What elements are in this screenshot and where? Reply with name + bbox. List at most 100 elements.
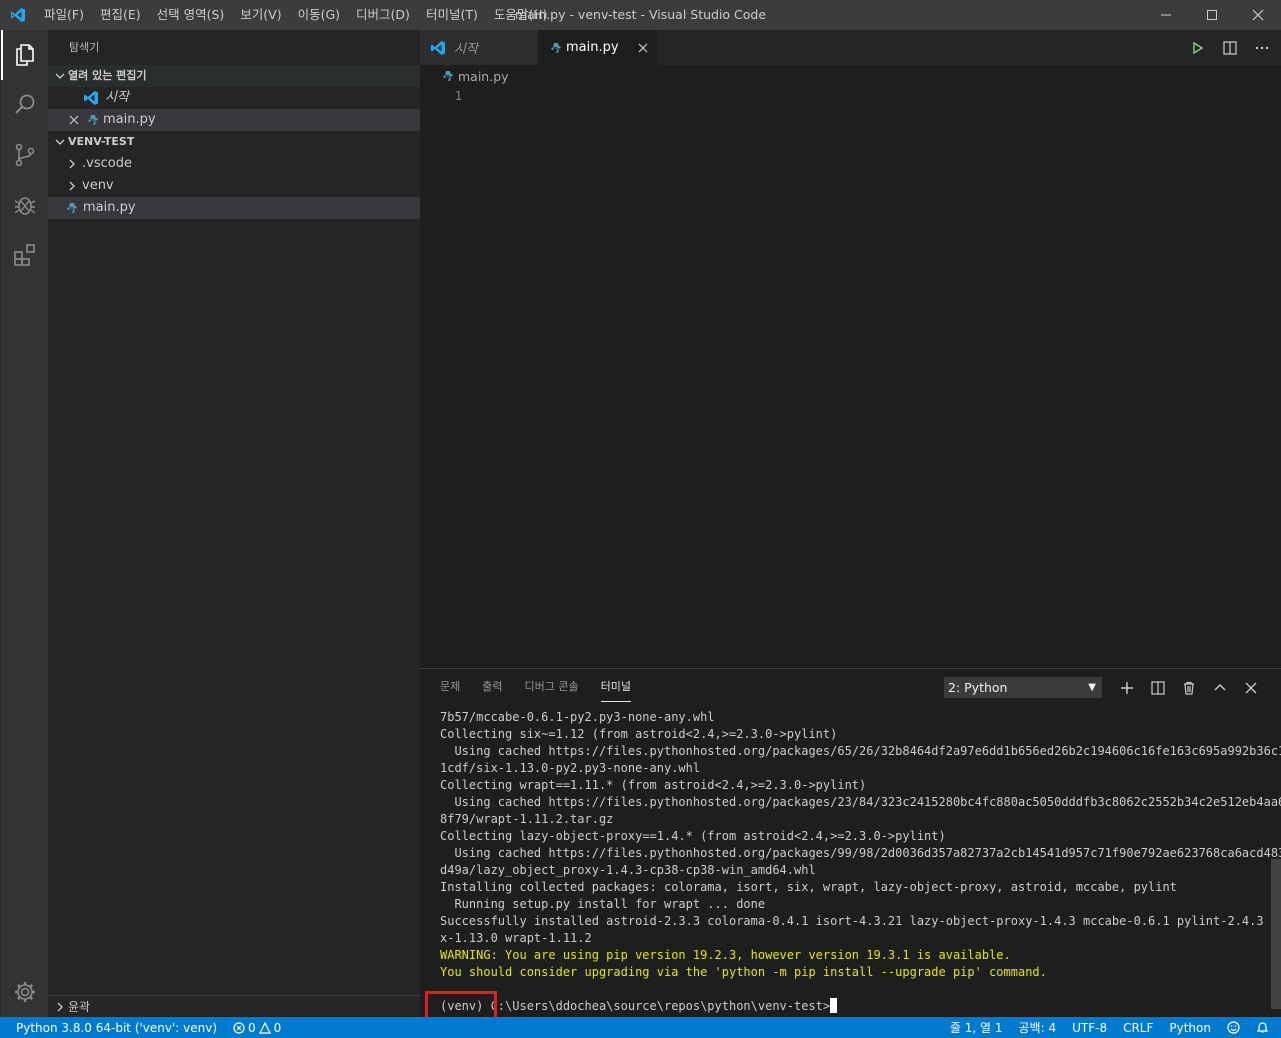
tab-main-py[interactable]: main.py bbox=[538, 30, 658, 65]
menu-bar: 파일(F) 편집(E) 선택 영역(S) 보기(V) 이동(G) 디버그(D) … bbox=[36, 0, 555, 30]
breadcrumb[interactable]: main.py bbox=[420, 65, 1281, 87]
vscode-file-icon bbox=[81, 87, 101, 109]
tab-welcome[interactable]: 시작 bbox=[420, 30, 538, 65]
warning-count: 0 bbox=[273, 1020, 282, 1035]
vscode-file-icon bbox=[430, 40, 446, 56]
tree-item-vscode[interactable]: .vscode bbox=[48, 153, 420, 175]
source-control-button[interactable] bbox=[1, 130, 49, 180]
tree-item-venv[interactable]: venv bbox=[48, 175, 420, 197]
terminal-line: You should consider upgrading via the 'p… bbox=[440, 965, 1047, 979]
encoding[interactable]: UTF-8 bbox=[1072, 1021, 1107, 1035]
manage-button[interactable] bbox=[1, 967, 49, 1017]
terminal-line: Using cached https://files.pythonhosted.… bbox=[440, 795, 1281, 809]
terminal-output[interactable]: 7b57/mccabe-0.6.1-py2.py3-none-any.whl Co… bbox=[440, 709, 1281, 1015]
terminal-line: Collecting wrapt==1.11.* (from astroid<2… bbox=[440, 778, 867, 792]
terminal-line: Using cached https://files.pythonhosted.… bbox=[440, 744, 1281, 758]
search-icon bbox=[15, 94, 35, 114]
bottom-panel: 문제 출력 디버그 콘솔 터미널 2: Python ▼ 7b57/mccabe… bbox=[420, 668, 1281, 1017]
tree-item-label: main.py bbox=[83, 200, 136, 215]
editor-tabs: 시작 main.py bbox=[420, 30, 1281, 65]
language-mode[interactable]: Python bbox=[1169, 1021, 1211, 1035]
tab-debug-console[interactable]: 디버그 콘솔 bbox=[525, 669, 579, 705]
terminal-line: x-1.13.0 wrapt-1.11.2 bbox=[440, 931, 592, 945]
chevron-up-icon bbox=[1214, 684, 1226, 691]
tab-output[interactable]: 출력 bbox=[482, 669, 502, 705]
maximize-button[interactable] bbox=[1189, 0, 1235, 30]
terminal-line: Collecting six~=1.12 (from astroid<2.4,>… bbox=[440, 727, 838, 741]
terminal-scrollbar[interactable] bbox=[1271, 859, 1281, 1009]
outline-header[interactable]: 윤곽 bbox=[48, 995, 420, 1017]
explorer-button[interactable] bbox=[1, 30, 49, 80]
tab-terminal[interactable]: 터미널 bbox=[600, 669, 632, 705]
menu-go[interactable]: 이동(G) bbox=[290, 0, 348, 30]
run-button[interactable] bbox=[1187, 37, 1209, 59]
menu-edit[interactable]: 편집(E) bbox=[92, 0, 149, 30]
terminal-line: Successfully installed astroid-2.3.3 col… bbox=[440, 914, 1281, 928]
dropdown-arrow-icon: ▼ bbox=[1088, 682, 1096, 693]
source-control-icon bbox=[15, 143, 35, 167]
terminal-line: Installing collected packages: colorama,… bbox=[440, 880, 1177, 894]
chevron-down-icon bbox=[52, 131, 68, 153]
menu-view[interactable]: 보기(V) bbox=[232, 0, 289, 30]
feedback-icon[interactable] bbox=[1227, 1021, 1240, 1034]
open-editor-label: main.py bbox=[103, 112, 156, 127]
python-interpreter[interactable]: Python 3.8.0 64-bit ('venv': venv) bbox=[16, 1021, 217, 1035]
open-editors-label: 열려 있는 편집기 bbox=[68, 69, 147, 82]
terminal-selector[interactable]: 2: Python ▼ bbox=[944, 677, 1102, 698]
debug-button[interactable] bbox=[1, 180, 49, 230]
menu-debug[interactable]: 디버그(D) bbox=[348, 0, 418, 30]
terminal-line: Running setup.py install for wrapt ... d… bbox=[440, 897, 766, 911]
menu-file[interactable]: 파일(F) bbox=[36, 0, 92, 30]
close-editor-icon[interactable] bbox=[67, 109, 81, 131]
open-editor-label: 시작 bbox=[105, 90, 129, 105]
close-tab-icon[interactable] bbox=[638, 43, 648, 53]
tab-problems[interactable]: 문제 bbox=[440, 669, 460, 705]
menu-selection[interactable]: 선택 영역(S) bbox=[149, 0, 233, 30]
maximize-panel-button[interactable] bbox=[1209, 677, 1231, 699]
chevron-right-icon bbox=[52, 996, 68, 1018]
terminal-line: 1cdf/six-1.13.0-py2.py3-none-any.whl bbox=[440, 761, 701, 775]
explorer-sidebar: 탐색기 열려 있는 편집기 시작 main.py VENV-TEST .vsco… bbox=[48, 30, 420, 1017]
indentation[interactable]: 공백: 4 bbox=[1019, 1019, 1057, 1036]
tab-label: 시작 bbox=[454, 42, 478, 57]
split-editor-icon bbox=[1223, 40, 1237, 55]
search-button[interactable] bbox=[1, 80, 49, 130]
more-actions-button[interactable] bbox=[1251, 37, 1273, 59]
ellipsis-icon bbox=[1255, 46, 1269, 49]
bug-icon bbox=[14, 197, 36, 215]
terminal-line: Using cached https://files.pythonhosted.… bbox=[440, 846, 1281, 860]
close-window-button[interactable] bbox=[1235, 0, 1281, 30]
close-icon bbox=[1245, 682, 1257, 694]
new-terminal-button[interactable] bbox=[1116, 677, 1138, 699]
close-panel-button[interactable] bbox=[1240, 677, 1262, 699]
sidebar-title: 탐색기 bbox=[69, 41, 100, 54]
menu-terminal[interactable]: 터미널(T) bbox=[418, 0, 486, 30]
split-editor-button[interactable] bbox=[1219, 37, 1241, 59]
split-terminal-button[interactable] bbox=[1147, 677, 1169, 699]
menu-help[interactable]: 도움말(H) bbox=[486, 0, 556, 30]
problems-indicator[interactable]: 0 0 bbox=[233, 1021, 281, 1035]
line-number: 1 bbox=[454, 89, 462, 103]
terminal-selector-value: 2: Python bbox=[948, 680, 1008, 695]
python-file-icon bbox=[440, 65, 456, 87]
bell-icon[interactable] bbox=[1256, 1021, 1269, 1034]
minimize-button[interactable] bbox=[1143, 0, 1189, 30]
close-icon bbox=[1252, 9, 1264, 21]
breadcrumb-label: main.py bbox=[458, 68, 509, 84]
open-editor-main-py[interactable]: main.py bbox=[48, 109, 420, 131]
open-editor-welcome[interactable]: 시작 bbox=[48, 87, 420, 109]
python-file-icon bbox=[64, 197, 80, 219]
kill-terminal-button[interactable] bbox=[1178, 677, 1200, 699]
end-of-line[interactable]: CRLF bbox=[1123, 1021, 1153, 1035]
extensions-button[interactable] bbox=[1, 230, 49, 280]
python-file-icon bbox=[85, 109, 101, 131]
terminal-prompt-text: (venv) C:\Users\ddochea\source\repos\pyt… bbox=[440, 999, 831, 1013]
error-icon bbox=[233, 1021, 245, 1034]
terminal-prompt: (venv) C:\Users\ddochea\source\repos\pyt… bbox=[440, 998, 1264, 1015]
status-bar: Python 3.8.0 64-bit ('venv': venv) 0 0 줄… bbox=[0, 1017, 1281, 1038]
tree-item-main-py[interactable]: main.py bbox=[48, 197, 420, 219]
maximize-icon bbox=[1207, 10, 1217, 20]
folder-header[interactable]: VENV-TEST bbox=[48, 131, 420, 153]
open-editors-header[interactable]: 열려 있는 편집기 bbox=[48, 65, 420, 87]
cursor-position[interactable]: 줄 1, 열 1 bbox=[950, 1019, 1003, 1036]
